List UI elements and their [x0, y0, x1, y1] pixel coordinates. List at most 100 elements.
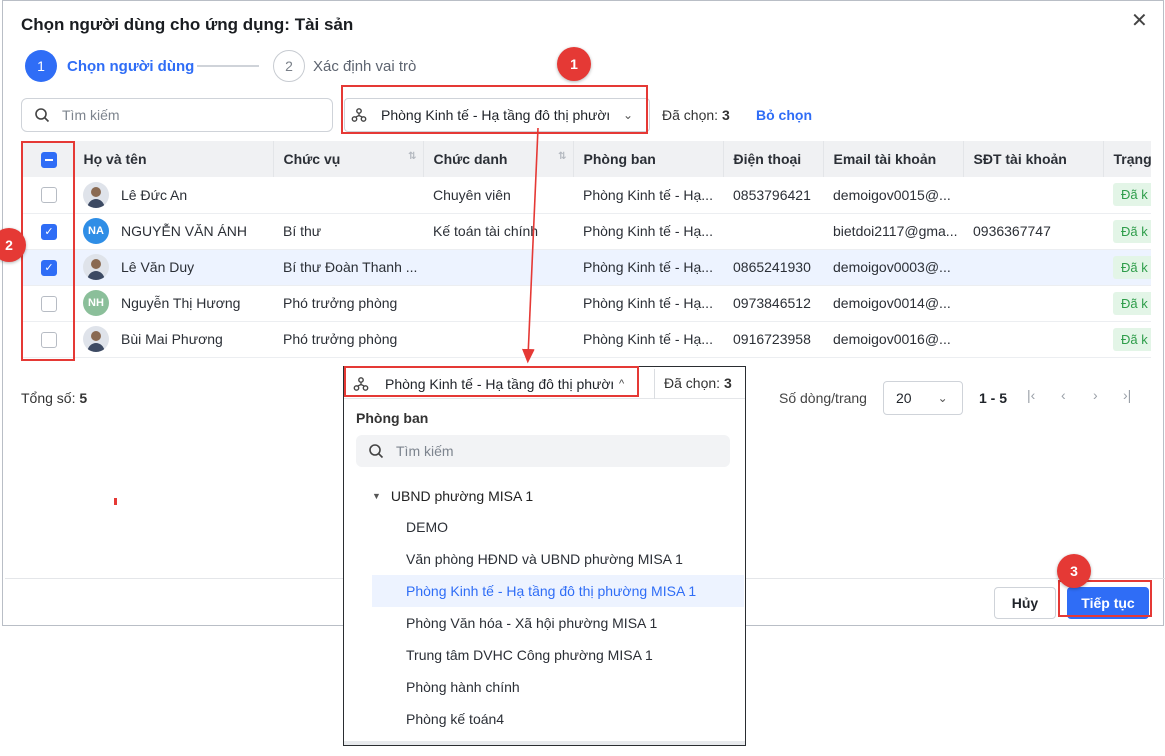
user-position: Bí thư	[273, 213, 423, 250]
org-tree-icon	[353, 377, 369, 391]
department-option[interactable]: Phòng Văn hóa - Xã hội phường MISA 1	[372, 607, 744, 639]
user-phone: 0853796421	[723, 177, 823, 214]
avatar	[83, 326, 109, 352]
col-phone[interactable]: Điện thoại	[723, 141, 824, 177]
row-checkbox[interactable]	[41, 187, 57, 204]
caret-down-icon[interactable]: ▼	[372, 491, 381, 501]
sort-icon[interactable]: ⇅	[558, 151, 566, 162]
user-title	[423, 321, 573, 358]
sort-icon[interactable]: ⇅	[408, 151, 416, 162]
rows-per-page-label: Số dòng/trang	[779, 390, 867, 406]
step-2-number: 2	[273, 50, 305, 82]
dropdown-scroll-edge	[344, 741, 745, 745]
col-name[interactable]: Họ và tên	[73, 141, 274, 177]
user-table: Họ và tên Chức vụ ⇅ Chức danh ⇅ Phòng ban …	[21, 141, 1151, 359]
user-name: NGUYỄN VĂN ÁNH	[121, 223, 248, 239]
col-email[interactable]: Email tài khoản	[823, 141, 964, 177]
col-email-label: Email tài khoản	[833, 151, 937, 167]
row-checkbox[interactable]: ✓	[41, 259, 57, 276]
table-row[interactable]: ✓ NA NGUYỄN VĂN ÁNH Bí thư Kế toán tài chính…	[21, 213, 1151, 250]
rows-per-page-select[interactable]: 20 ⌄	[883, 381, 963, 415]
user-phone: 0916723958	[723, 321, 823, 358]
user-title: Kế toán tài chính	[423, 213, 573, 250]
row-checkbox[interactable]: ✓	[41, 223, 57, 240]
total-count: Tổng số: 5	[21, 390, 87, 406]
col-department[interactable]: Phòng ban	[573, 141, 724, 177]
col-position[interactable]: Chức vụ ⇅	[273, 141, 424, 177]
user-position: Bí thư Đoàn Thanh ...	[273, 249, 423, 286]
department-option[interactable]: Văn phòng HĐND và UBND phường MISA 1	[372, 543, 744, 575]
dropdown-select[interactable]: Phòng Kinh tế - Hạ tầng đô thị phường MI…	[347, 369, 639, 399]
department-option[interactable]: Phòng kế toán4	[372, 703, 744, 735]
last-page-icon[interactable]: ›|	[1123, 387, 1131, 403]
avatar: NA	[83, 218, 109, 244]
row-checkbox[interactable]	[41, 295, 57, 312]
avatar: NH	[83, 290, 109, 316]
table-row[interactable]: ✓ Lê Văn Duy Bí thư Đoàn Thanh ... Phòng Ki…	[21, 249, 1151, 286]
org-tree-icon	[351, 108, 367, 122]
user-account-phone	[963, 249, 1103, 286]
step-1-label: Chọn người dùng	[67, 57, 195, 75]
rows-per-page-value: 20	[896, 390, 912, 406]
status-badge: Đã k	[1113, 183, 1151, 207]
dropdown-selected-count: Đã chọn: 3	[664, 375, 732, 391]
department-option[interactable]: DEMO	[372, 511, 744, 543]
department-option[interactable]: Phòng Kinh tế - Hạ tầng đô thị phường MI…	[372, 575, 744, 607]
select-all-checkbox[interactable]	[41, 151, 57, 168]
search-icon	[35, 108, 50, 123]
user-department: Phòng Kinh tế - Hạ...	[573, 249, 723, 286]
chevron-down-icon: ⌄	[937, 391, 948, 405]
cancel-button[interactable]: Hủy	[994, 587, 1056, 619]
user-position: Phó trưởng phòng	[273, 321, 423, 358]
col-title[interactable]: Chức danh ⇅	[423, 141, 574, 177]
user-title	[423, 285, 573, 322]
dropdown-header: Phòng Kinh tế - Hạ tầng đô thị phường MI…	[344, 367, 745, 399]
avatar	[83, 181, 109, 208]
total-label: Tổng số:	[21, 390, 76, 406]
col-department-label: Phòng ban	[583, 151, 656, 167]
close-icon[interactable]: ✕	[1131, 11, 1148, 31]
callout-badge-3: 3	[1057, 554, 1091, 588]
department-option[interactable]: Phòng hành chính	[372, 671, 744, 703]
table-row[interactable]: Lê Đức An Chuyên viên Phòng Kinh tế - Hạ..…	[21, 177, 1151, 214]
dropdown-search-input[interactable]: Tìm kiếm	[356, 435, 730, 467]
user-account-phone	[963, 321, 1103, 358]
tree-root[interactable]: ▼ UBND phường MISA 1	[372, 488, 533, 504]
user-email: demoigov0015@...	[823, 177, 963, 214]
table-row[interactable]: Bùi Mai Phương Phó trưởng phòng Phòng Kinh…	[21, 321, 1151, 358]
col-status[interactable]: Trạng	[1103, 141, 1151, 177]
user-department: Phòng Kinh tế - Hạ...	[573, 285, 723, 322]
search-icon	[369, 444, 384, 459]
selected-label: Đã chọn:	[662, 107, 719, 123]
user-account-phone: 0936367747	[963, 213, 1103, 250]
user-account-phone	[963, 177, 1103, 214]
search-input[interactable]: Tìm kiếm	[21, 98, 333, 132]
prev-page-icon[interactable]: ‹	[1061, 387, 1066, 403]
dialog-title: Chọn người dùng cho ứng dụng: Tài sản	[21, 15, 354, 34]
next-page-icon[interactable]: ›	[1093, 387, 1098, 403]
col-account-phone-label: SĐT tài khoản	[973, 151, 1067, 167]
first-page-icon[interactable]: |‹	[1027, 387, 1035, 403]
user-name: Lê Văn Duy	[121, 259, 195, 275]
selected-count: Đã chọn: 3	[662, 107, 730, 123]
deselect-button[interactable]: Bỏ chọn	[756, 107, 812, 123]
user-title: Chuyên viên	[423, 177, 573, 214]
step-2[interactable]: 2 Xác định vai trò	[273, 50, 416, 82]
col-account-phone[interactable]: SĐT tài khoản	[963, 141, 1104, 177]
col-name-label: Họ và tên	[83, 151, 147, 167]
step-1[interactable]: 1 Chọn người dùng	[25, 50, 194, 82]
user-email: demoigov0003@...	[823, 249, 963, 286]
search-placeholder: Tìm kiếm	[62, 107, 120, 123]
department-select[interactable]: Phòng Kinh tế - Hạ tầng đô thị phường MI…	[344, 98, 650, 132]
step-2-label: Xác định vai trò	[313, 57, 417, 75]
user-position	[273, 177, 423, 214]
user-email: demoigov0014@...	[823, 285, 963, 322]
user-position: Phó trưởng phòng	[273, 285, 423, 322]
callout-badge-1: 1	[557, 47, 591, 81]
total-value: 5	[79, 390, 88, 406]
row-checkbox[interactable]	[41, 331, 57, 348]
department-option[interactable]: Trung tâm DVHC Công phường MISA 1	[372, 639, 744, 671]
table-row[interactable]: NH Nguyễn Thị Hương Phó trưởng phòng Phòng …	[21, 285, 1151, 322]
continue-button[interactable]: Tiếp tục	[1067, 587, 1149, 619]
user-name: Nguyễn Thị Hương	[121, 295, 241, 311]
